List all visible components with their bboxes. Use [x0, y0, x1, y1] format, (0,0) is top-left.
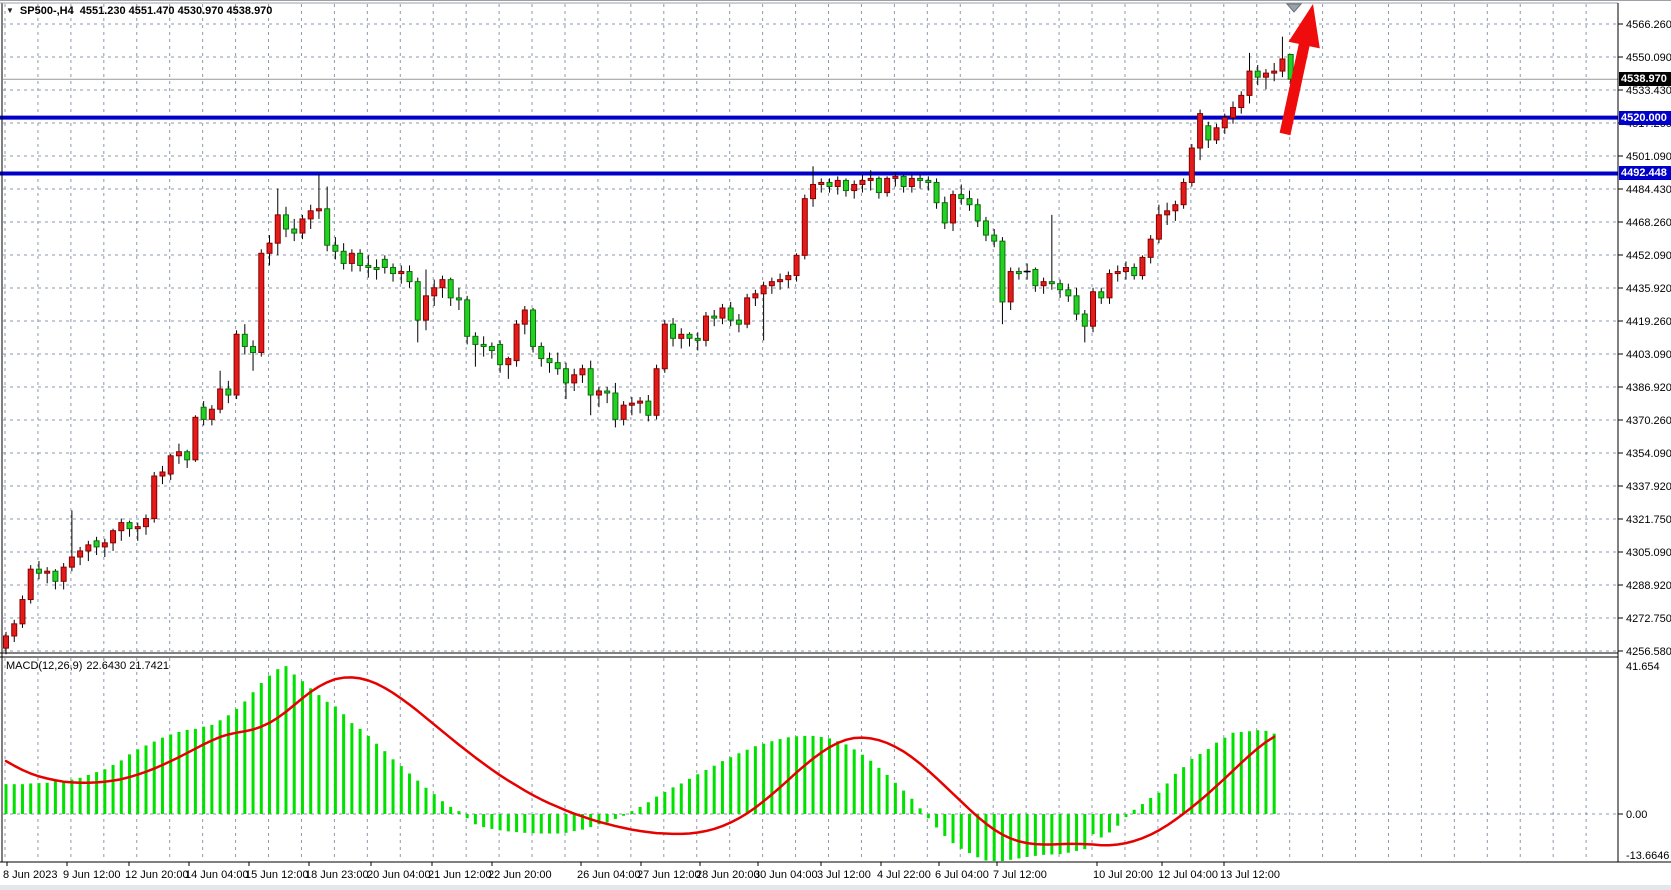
- svg-text:13 Jul 12:00: 13 Jul 12:00: [1220, 869, 1280, 881]
- svg-text:4370.260: 4370.260: [1626, 415, 1671, 427]
- symbol-period-label: SP500-,H4: [20, 5, 74, 17]
- chart-header: ▼ SP500-,H4 4551.230 4551.470 4530.970 4…: [6, 5, 272, 17]
- current-price-label: 4538.970: [1619, 72, 1671, 86]
- svg-text:9 Jun 12:00: 9 Jun 12:00: [63, 869, 121, 881]
- svg-text:4452.090: 4452.090: [1626, 250, 1671, 262]
- svg-text:41.654: 41.654: [1626, 661, 1660, 673]
- svg-text:28 Jun 20:00: 28 Jun 20:00: [696, 869, 760, 881]
- chart-canvas[interactable]: 4566.2604550.0904533.4304517.2604501.090…: [0, 1, 1671, 890]
- symbol-dropdown-icon[interactable]: ▼: [6, 7, 14, 15]
- hline-price-label-4492: 4492.448: [1619, 166, 1671, 180]
- svg-text:4484.430: 4484.430: [1626, 184, 1671, 196]
- macd-indicator-values: 22.6430 21.7421: [86, 660, 169, 672]
- svg-text:4403.090: 4403.090: [1626, 349, 1671, 361]
- svg-text:4550.090: 4550.090: [1626, 52, 1671, 64]
- svg-text:18 Jun 23:00: 18 Jun 23:00: [305, 869, 369, 881]
- svg-text:12 Jul 04:00: 12 Jul 04:00: [1158, 869, 1218, 881]
- hline-price-label-4520: 4520.000: [1619, 111, 1671, 125]
- svg-text:30 Jun 04:00: 30 Jun 04:00: [754, 869, 818, 881]
- svg-text:4435.920: 4435.920: [1626, 283, 1671, 295]
- svg-text:10 Jul 20:00: 10 Jul 20:00: [1093, 869, 1153, 881]
- svg-text:4321.750: 4321.750: [1626, 514, 1671, 526]
- svg-text:0.00: 0.00: [1626, 809, 1647, 821]
- svg-text:-13.6646: -13.6646: [1626, 850, 1669, 862]
- svg-text:4305.090: 4305.090: [1626, 547, 1671, 559]
- svg-text:15 Jun 12:00: 15 Jun 12:00: [245, 869, 309, 881]
- macd-indicator-label: MACD(12,26,9) 22.6430 21.7421: [6, 660, 173, 672]
- svg-text:4272.750: 4272.750: [1626, 613, 1671, 625]
- svg-text:4 Jul 22:00: 4 Jul 22:00: [877, 869, 931, 881]
- svg-text:27 Jun 12:00: 27 Jun 12:00: [637, 869, 701, 881]
- svg-text:4288.920: 4288.920: [1626, 580, 1671, 592]
- svg-text:22 Jun 20:00: 22 Jun 20:00: [488, 869, 552, 881]
- ohlc-values: 4551.230 4551.470 4530.970 4538.970: [80, 5, 273, 17]
- svg-text:4419.260: 4419.260: [1626, 316, 1671, 328]
- svg-text:4468.260: 4468.260: [1626, 217, 1671, 229]
- svg-text:4256.580: 4256.580: [1626, 646, 1671, 658]
- svg-text:4566.260: 4566.260: [1626, 19, 1671, 31]
- svg-text:4337.920: 4337.920: [1626, 481, 1671, 493]
- svg-text:4501.090: 4501.090: [1626, 151, 1671, 163]
- svg-text:26 Jun 04:00: 26 Jun 04:00: [577, 869, 641, 881]
- chart-window: 4566.2604550.0904533.4304517.2604501.090…: [0, 0, 1671, 890]
- svg-text:20 Jun 04:00: 20 Jun 04:00: [367, 869, 431, 881]
- svg-text:8 Jun 2023: 8 Jun 2023: [3, 869, 57, 881]
- svg-text:4386.920: 4386.920: [1626, 382, 1671, 394]
- svg-text:7 Jul 12:00: 7 Jul 12:00: [993, 869, 1047, 881]
- svg-text:12 Jun 20:00: 12 Jun 20:00: [125, 869, 189, 881]
- svg-text:4533.430: 4533.430: [1626, 85, 1671, 97]
- svg-text:4354.090: 4354.090: [1626, 448, 1671, 460]
- svg-text:21 Jun 12:00: 21 Jun 12:00: [428, 869, 492, 881]
- svg-text:3 Jul 12:00: 3 Jul 12:00: [817, 869, 871, 881]
- svg-text:6 Jul 04:00: 6 Jul 04:00: [935, 869, 989, 881]
- macd-indicator-name: MACD(12,26,9): [6, 660, 82, 672]
- svg-text:14 Jun 04:00: 14 Jun 04:00: [185, 869, 249, 881]
